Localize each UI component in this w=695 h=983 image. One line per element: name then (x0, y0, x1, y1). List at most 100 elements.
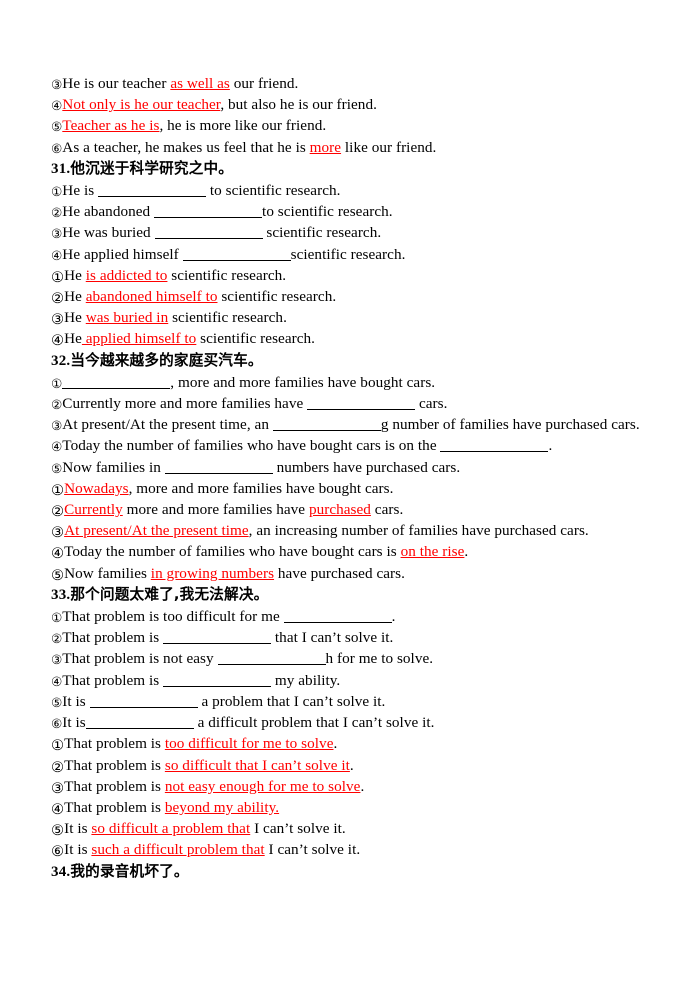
list-marker: ② (51, 503, 65, 521)
section-heading-33: 33.那个问题太难了,我无法解决。 (51, 584, 651, 606)
fill-in-blank[interactable] (154, 204, 263, 219)
sentence-text: I can’t solve it. (250, 820, 346, 838)
sentence-text: He abandoned (62, 203, 155, 221)
answer-text: so difficult that I can’t solve it (164, 756, 350, 774)
list-marker: ③ (51, 779, 65, 797)
section-title-33: 那个问题太难了,我无法解决。 (70, 585, 269, 603)
sentence-text: like our friend. (341, 138, 437, 156)
sentence-text: Today the number of families who have bo… (64, 543, 401, 561)
fill-in-blank[interactable] (164, 460, 273, 474)
sentence-line: ⑥It is such a difficult problem that I c… (51, 839, 651, 860)
answer-text: so difficult a problem that (91, 820, 251, 838)
list-marker: ⑤ (51, 460, 63, 476)
answer-text: beyond my ability. (164, 798, 280, 816)
fill-in-blank[interactable] (182, 247, 291, 261)
list-marker: ④ (51, 673, 63, 689)
answer-text: applied himself to (81, 330, 197, 348)
sentence-line: ③He was buried in scientific research. (51, 307, 651, 328)
fill-in-blank[interactable] (154, 225, 263, 240)
answer-text: At present/At the present time (64, 522, 249, 540)
question-block-31: ①He is to scientific research. ②He abando… (51, 180, 651, 265)
section-number-32: 32. (51, 352, 71, 369)
sentence-text: , he is more like our friend. (159, 117, 327, 135)
list-marker: ⑥ (51, 716, 63, 732)
sentence-text: That problem is (62, 629, 164, 647)
fill-in-blank[interactable] (217, 651, 326, 666)
answer-text: as well as (170, 75, 230, 92)
list-marker: ③ (51, 418, 63, 434)
sentence-text: It is (64, 820, 92, 838)
sentence-line: ④That problem is my ability. (51, 670, 651, 691)
answer-text: Currently (64, 501, 123, 519)
list-marker: ⑥ (51, 140, 63, 156)
answer-text: abandoned himself to (85, 288, 218, 306)
sentence-line: ③At present/At the present time, an g nu… (51, 414, 651, 435)
section-number-33: 33. (51, 586, 71, 603)
list-marker: ② (51, 758, 65, 776)
section-title-34: 我的录音机坏了。 (70, 862, 189, 880)
list-marker: ① (51, 375, 63, 391)
sentence-line: ③That problem is not easy enough for me … (51, 776, 651, 797)
fill-in-blank[interactable] (62, 375, 171, 389)
sentence-text: to scientific research. (206, 182, 341, 200)
answer-text: not easy enough for me to solve (164, 777, 361, 795)
sentence-text: It is (62, 692, 90, 710)
list-marker: ③ (51, 226, 63, 242)
answer-block-32: ①Nowadays, more and more families have b… (51, 478, 651, 584)
sentence-line: ⑥It is a difficult problem that I can’t … (51, 712, 651, 733)
fill-in-blank[interactable] (85, 715, 194, 730)
sentence-line: ⑤It is a problem that I can’t solve it. (51, 691, 651, 712)
answer-text: such a difficult problem that (91, 841, 265, 859)
list-marker: ④ (51, 545, 65, 563)
section-number-31: 31. (51, 160, 71, 177)
fill-in-blank[interactable] (283, 609, 392, 624)
sentence-text: , but also he is our friend. (220, 96, 377, 114)
sentence-text: He is our teacher (62, 75, 171, 92)
sentence-line: ①Nowadays, more and more families have b… (51, 478, 651, 499)
fill-in-blank[interactable] (307, 396, 416, 411)
sentence-text: He (64, 266, 86, 284)
list-marker: ③ (51, 652, 63, 668)
sentence-line: ⑤It is so difficult a problem that I can… (51, 818, 651, 839)
list-marker: ⑤ (51, 119, 63, 135)
list-marker: ① (51, 268, 65, 286)
sentence-text: Now families in (62, 458, 165, 476)
sentence-text: more and more families have (122, 501, 309, 519)
worksheet-content: ③He is our teacher as well as our friend… (51, 73, 651, 883)
sentence-line: ⑤Now families in numbers have purchased … (51, 457, 651, 478)
sentence-line: ③He was buried scientific research. (51, 222, 651, 243)
list-marker: ⑤ (51, 822, 65, 840)
fill-in-blank[interactable] (163, 673, 272, 687)
section-title-32: 当今越来越多的家庭买汽车。 (70, 351, 263, 369)
sentence-line: ②That problem is so difficult that I can… (51, 755, 651, 776)
sentence-text: , more and more families have bought car… (128, 479, 394, 497)
list-marker: ④ (51, 98, 63, 114)
sentence-line: ③He is our teacher as well as our friend… (51, 73, 651, 94)
answer-block-31: ①He is addicted to scientific research. ②… (51, 265, 651, 350)
sentence-line: ③That problem is not easy h for me to so… (51, 648, 651, 669)
sentence-text: That problem is not easy (62, 650, 218, 668)
sentence-text: He (64, 288, 86, 306)
sentence-line: ①That problem is too difficult for me . (51, 606, 651, 627)
sentence-line: ④He applied himself scientific research. (51, 244, 651, 265)
list-marker: ② (51, 290, 65, 308)
fill-in-blank[interactable] (89, 694, 198, 708)
sentence-line: ②Currently more and more families have c… (51, 393, 651, 414)
fill-in-blank[interactable] (98, 183, 207, 198)
answer-block-33: ①That problem is too difficult for me to… (51, 733, 651, 860)
fill-in-blank[interactable] (272, 417, 381, 432)
sentence-text: It is (64, 841, 92, 859)
list-marker: ④ (51, 332, 65, 350)
sentence-text: g number of families have purchased cars… (380, 416, 640, 434)
fill-in-blank[interactable] (163, 630, 272, 645)
section-heading-32: 32.当今越来越多的家庭买汽车。 (51, 350, 651, 372)
sentence-text: Currently more and more families have (62, 395, 308, 413)
sentence-text: He applied himself (62, 245, 183, 263)
answer-text: too difficult for me to solve (164, 735, 334, 753)
sentence-text: . (349, 756, 354, 774)
sentence-line: ②Currently more and more families have p… (51, 499, 651, 520)
list-marker: ④ (51, 800, 65, 818)
list-marker: ③ (51, 311, 65, 329)
question-block-32: ① , more and more families have bought ca… (51, 372, 651, 478)
fill-in-blank[interactable] (440, 438, 549, 453)
